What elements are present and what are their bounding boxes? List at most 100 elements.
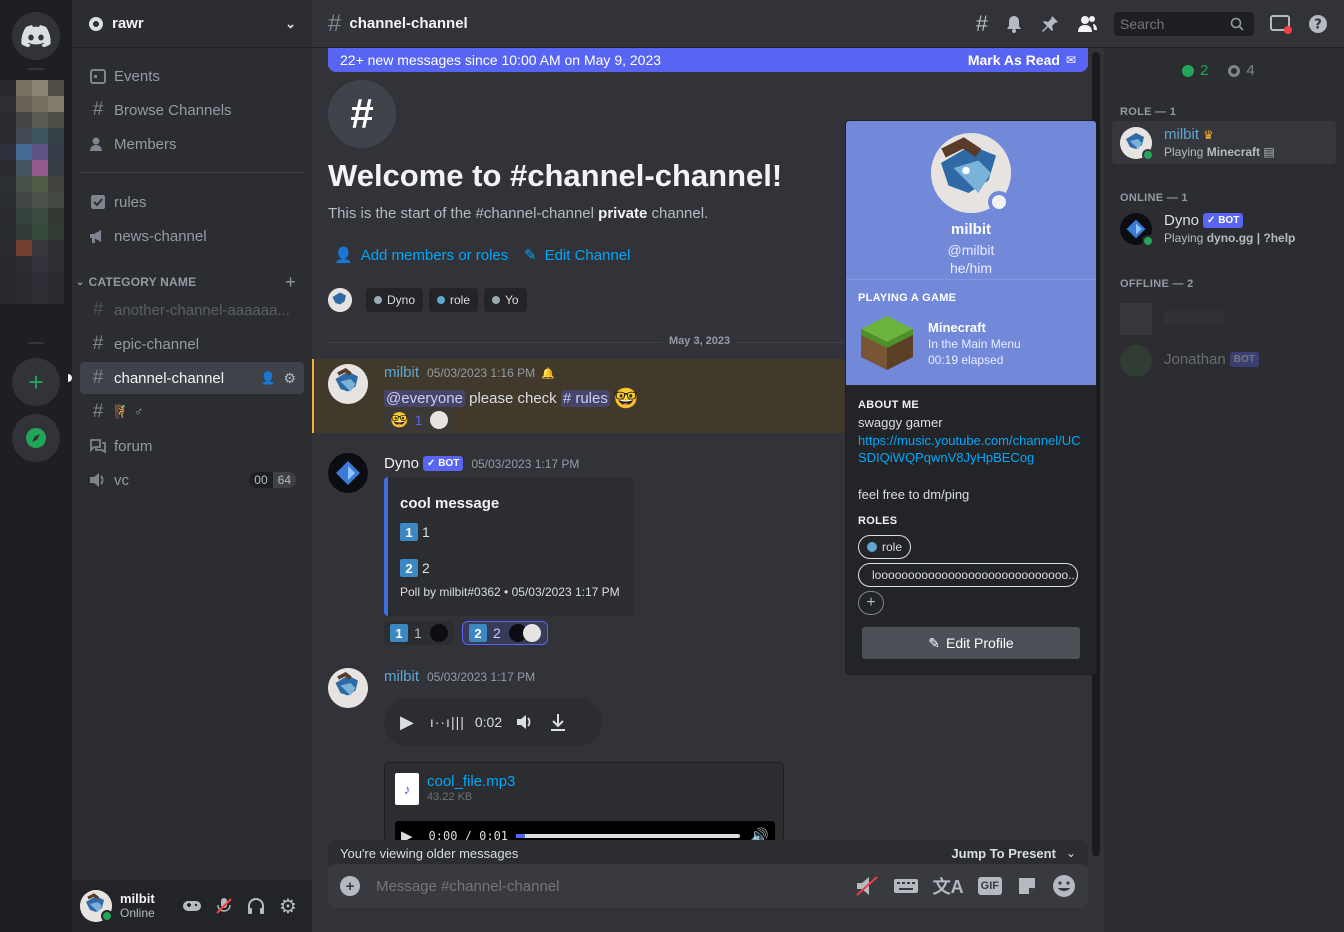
sidebar-item-label: 🧗 ♂	[114, 404, 144, 419]
member-name-row: Jonathan BOT	[1164, 351, 1259, 368]
members-icon	[88, 134, 108, 154]
message-author[interactable]: milbit	[384, 668, 419, 685]
member-chip[interactable]: Yo	[484, 288, 527, 312]
explore-servers-button[interactable]	[12, 414, 60, 462]
mark-as-read-button[interactable]: Mark As Read	[968, 52, 1060, 68]
sidebar-item-channel-channel[interactable]: # channel-channel 👤 ⚙	[80, 362, 304, 394]
jump-to-present-button[interactable]: Jump To Present	[951, 846, 1056, 861]
member-item-dyno[interactable]: Dyno ✓ BOT Playing dyno.gg | ?help	[1112, 207, 1336, 250]
embed-footer: Poll by milbit#0362 • 05/03/2023 1:17 PM	[400, 585, 620, 599]
reaction-button[interactable]: 2 2	[462, 621, 548, 645]
message-header: milbit 05/03/2023 1:16 PM 🔔	[384, 364, 555, 381]
member-category-online: ONLINE — 1	[1120, 192, 1188, 204]
channel-link[interactable]: # rules	[560, 390, 610, 407]
sidebar-item-rules[interactable]: rules	[80, 186, 304, 218]
server-rail: +	[0, 0, 72, 932]
sidebar-item-label: vc	[114, 471, 129, 489]
member-item-milbit[interactable]: milbit ♛ Playing Minecraft ▤	[1112, 121, 1336, 164]
home-button[interactable]	[12, 12, 60, 60]
sidebar-item-events[interactable]: Events	[80, 60, 304, 92]
waveform-icon[interactable]: ı··ı|||	[430, 714, 465, 730]
translate-icon[interactable]: 文A	[933, 873, 964, 899]
sidebar-item-epic-channel[interactable]: # epic-channel	[80, 328, 304, 360]
member-item-offline-pixelated[interactable]	[1112, 293, 1336, 336]
inbox-icon[interactable]	[1270, 14, 1292, 34]
rich-presence-icon: ▤	[1263, 145, 1275, 159]
message-author[interactable]: milbit	[384, 364, 419, 381]
sticker-icon[interactable]	[1016, 875, 1038, 897]
notification-bell-icon[interactable]	[1004, 14, 1024, 34]
sidebar-item-label: Events	[114, 67, 160, 85]
download-icon[interactable]	[550, 713, 566, 731]
sidebar-item-news-channel[interactable]: news-channel	[80, 220, 304, 252]
welcome-subtitle: This is the start of the #channel-channe…	[328, 205, 709, 222]
user-settings-gear-icon[interactable]: ⚙	[272, 894, 304, 919]
avatar[interactable]	[328, 364, 368, 404]
play-icon[interactable]: ▶	[400, 712, 414, 733]
everyone-mention[interactable]: @everyone	[384, 390, 465, 407]
sidebar-item-emoji-channel[interactable]: # 🧗 ♂	[80, 396, 304, 428]
invite-member-icon[interactable]: 👤	[260, 371, 275, 385]
muted-speaker-icon[interactable]	[855, 875, 879, 897]
pin-icon[interactable]	[1040, 14, 1060, 34]
voice-message-player: ▶ ı··ı||| 0:02	[384, 698, 602, 746]
volume-icon[interactable]	[516, 714, 534, 730]
message-input[interactable]	[376, 877, 841, 895]
role-pill: looooooooooooooooooooooooooooo...	[858, 563, 1078, 587]
category-header[interactable]: ⌄ CATEGORY NAME +	[76, 272, 304, 292]
upload-plus-icon[interactable]: +	[340, 876, 360, 896]
guild-header[interactable]: rawr ⌄	[72, 0, 312, 48]
activity-gamepad-icon[interactable]	[176, 899, 208, 913]
profile-popout: milbit @milbit he/him PLAYING A GAME Min…	[845, 120, 1097, 675]
message-author[interactable]: Dyno	[384, 455, 419, 472]
avatar[interactable]	[328, 288, 352, 312]
message-timestamp: 05/03/2023 1:16 PM	[427, 366, 536, 380]
member-list: 2 4 ROLE — 1 milbit ♛ Playing Minecraft …	[1104, 48, 1344, 932]
add-role-button[interactable]: +	[858, 591, 884, 615]
member-name: Jonathan	[1164, 351, 1226, 368]
threads-icon[interactable]: #	[976, 11, 988, 37]
sidebar-item-browse-channels[interactable]: # Browse Channels	[80, 94, 304, 126]
sidebar-item-members[interactable]: Members	[80, 128, 304, 160]
hashtag-icon: #	[92, 401, 104, 422]
avatar[interactable]	[328, 453, 368, 493]
about-link[interactable]: https://music.youtube.com/channel/UCSDIQ…	[858, 432, 1086, 466]
keyboard-icon[interactable]	[893, 877, 919, 895]
add-server-button[interactable]: +	[12, 358, 60, 406]
mute-mic-icon[interactable]	[208, 897, 240, 915]
role-color-dot[interactable]	[867, 542, 877, 552]
help-icon[interactable]: ?	[1308, 14, 1328, 34]
member-chip[interactable]: Dyno	[366, 288, 424, 312]
sidebar-item-label: Browse Channels	[114, 101, 232, 119]
search-box[interactable]	[1114, 11, 1254, 36]
activity-section: PLAYING A GAME Minecraft In the Main Men…	[846, 279, 1096, 385]
sidebar-item-vc[interactable]: vc 00 64	[80, 464, 304, 496]
create-channel-plus-icon[interactable]: +	[285, 272, 296, 293]
reaction-button[interactable]: 1 1	[384, 621, 454, 645]
server-list-pixelated[interactable]	[0, 80, 64, 304]
member-name-row: Dyno ✓ BOT	[1164, 212, 1244, 229]
member-list-toggle-icon[interactable]	[1076, 14, 1098, 34]
gear-icon[interactable]: ⚙	[283, 370, 296, 387]
add-members-button[interactable]: 👤 Add members or roles	[334, 246, 508, 265]
avatar[interactable]	[328, 668, 368, 708]
new-messages-bar[interactable]: 22+ new messages since 10:00 AM on May 9…	[328, 48, 1088, 72]
gif-button[interactable]: GIF	[977, 877, 1002, 895]
sidebar-item-another-channel[interactable]: # another-channel-aaaaaa...	[80, 294, 304, 326]
sidebar-item-label: news-channel	[114, 227, 207, 245]
about-text: swaggy gamer	[858, 415, 943, 430]
role-dot	[374, 296, 382, 304]
edit-channel-button[interactable]: ✎ Edit Channel	[524, 246, 630, 265]
reaction-button[interactable]: 🤓 1	[384, 408, 455, 432]
emoji-picker-icon[interactable]	[1052, 874, 1076, 898]
headphones-icon[interactable]	[240, 897, 272, 915]
member-name: Dyno	[1164, 212, 1200, 229]
search-input[interactable]	[1120, 15, 1230, 32]
edit-profile-button[interactable]: ✎ Edit Profile	[862, 627, 1080, 659]
sidebar-item-label: rules	[114, 193, 147, 211]
member-chip[interactable]: role	[429, 288, 479, 312]
member-item-jonathan[interactable]: Jonathan BOT	[1112, 339, 1336, 382]
audio-progress-bar[interactable]	[516, 834, 741, 838]
sidebar-item-forum[interactable]: forum	[80, 430, 304, 462]
file-name-link[interactable]: cool_file.mp3	[427, 773, 515, 790]
